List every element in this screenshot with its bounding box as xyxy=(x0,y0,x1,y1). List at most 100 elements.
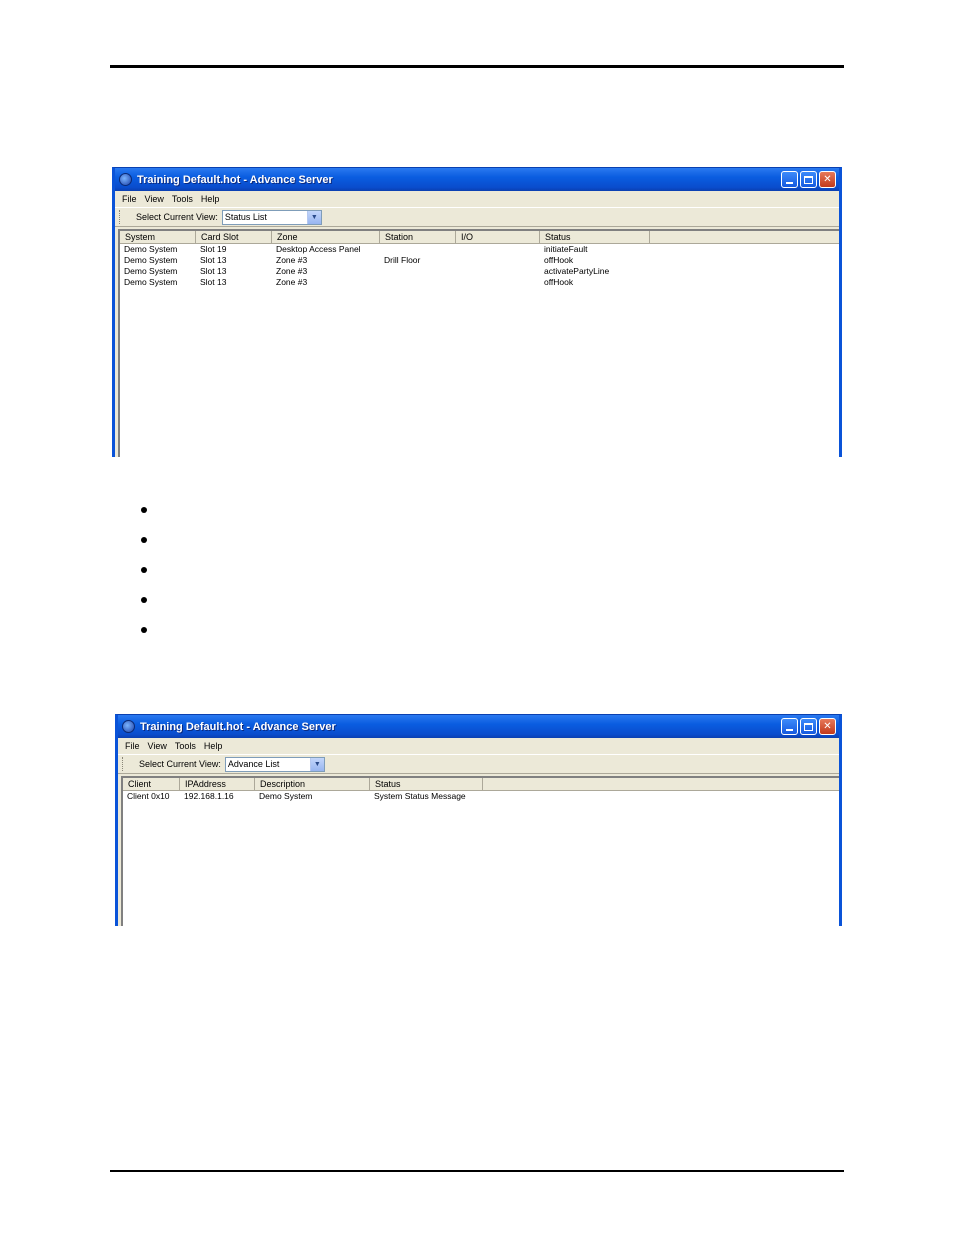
cell-system: Demo System xyxy=(124,266,178,276)
menu-help[interactable]: Help xyxy=(201,741,228,751)
header-rule xyxy=(110,65,844,68)
cell-status: initiateFault xyxy=(544,244,588,254)
table-row[interactable]: Demo System Slot 13 Zone #3 activatePart… xyxy=(120,266,839,277)
column-header-client[interactable]: Client xyxy=(123,778,180,790)
menu-help[interactable]: Help xyxy=(198,194,225,204)
cell-description: Demo System xyxy=(259,791,313,801)
list-item xyxy=(141,615,151,645)
menu-view[interactable]: View xyxy=(142,194,169,204)
column-header-ipaddress[interactable]: IPAddress xyxy=(180,778,255,790)
list-header: System Card Slot Zone Station I/O Status xyxy=(120,231,839,244)
close-icon: ✕ xyxy=(823,173,832,185)
toolbar-grip[interactable] xyxy=(122,757,125,771)
cell-status: System Status Message xyxy=(374,791,466,801)
close-button[interactable]: ✕ xyxy=(819,171,836,188)
column-header-status[interactable]: Status xyxy=(540,231,650,243)
title-bar[interactable]: Training Default.hot - Advance Server ✕ xyxy=(118,715,839,738)
maximize-icon xyxy=(804,175,813,184)
minimize-icon xyxy=(786,729,793,731)
menu-file[interactable]: File xyxy=(119,194,142,204)
select-view-label: Select Current View: xyxy=(139,759,221,769)
cell-io xyxy=(456,266,540,277)
maximize-icon xyxy=(804,722,813,731)
bullet-dot xyxy=(141,507,147,513)
table-row[interactable]: Client 0x10 192.168.1.16 Demo System Sys… xyxy=(123,791,839,802)
advance-server-window-status: Training Default.hot - Advance Server ✕ … xyxy=(112,167,842,457)
advance-server-app-icon[interactable] xyxy=(119,173,132,186)
menu-view[interactable]: View xyxy=(145,741,172,751)
table-row[interactable]: Demo System Slot 13 Zone #3 Drill Floor … xyxy=(120,255,839,266)
menu-bar: File View Tools Help xyxy=(118,738,839,754)
list-item xyxy=(141,525,151,555)
table-row[interactable]: Demo System Slot 19 Desktop Access Panel… xyxy=(120,244,839,255)
maximize-button[interactable] xyxy=(800,718,817,735)
cell-station: Drill Floor xyxy=(384,255,421,265)
window-controls: ✕ xyxy=(781,718,836,735)
chevron-down-icon[interactable]: ▼ xyxy=(309,757,324,771)
cell-zone: Zone #3 xyxy=(276,255,308,265)
view-toolbar: Select Current View: Status List ▼ xyxy=(115,207,839,227)
bullet-dot xyxy=(141,537,147,543)
bullet-list xyxy=(141,495,151,645)
window-title: Training Default.hot - Advance Server xyxy=(137,173,333,186)
window-controls: ✕ xyxy=(781,171,836,188)
current-view-select[interactable]: Advance List ▼ xyxy=(224,756,325,772)
cell-status: offHook xyxy=(544,255,574,265)
cell-station xyxy=(380,244,456,255)
cell-zone: Desktop Access Panel xyxy=(276,244,361,254)
cell-system: Demo System xyxy=(124,277,178,287)
cell-station xyxy=(380,266,456,277)
cell-io xyxy=(456,244,540,255)
cell-ipaddress: 192.168.1.16 xyxy=(184,791,234,801)
title-bar[interactable]: Training Default.hot - Advance Server ✕ xyxy=(115,168,839,191)
menu-tools[interactable]: Tools xyxy=(172,741,201,751)
menu-file[interactable]: File xyxy=(122,741,145,751)
cell-client: Client 0x10 xyxy=(127,791,170,801)
list-header: Client IPAddress Description Status xyxy=(123,778,839,791)
cell-card-slot: Slot 13 xyxy=(200,277,227,287)
advance-server-window-clients: Training Default.hot - Advance Server ✕ … xyxy=(115,714,842,926)
table-row[interactable]: Demo System Slot 13 Zone #3 offHook xyxy=(120,277,839,288)
column-header-system[interactable]: System xyxy=(120,231,196,243)
list-item xyxy=(141,495,151,525)
cell-io xyxy=(456,277,540,288)
status-list-view[interactable]: System Card Slot Zone Station I/O Status… xyxy=(118,229,839,457)
close-button[interactable]: ✕ xyxy=(819,718,836,735)
cell-zone: Zone #3 xyxy=(276,277,308,287)
cell-card-slot: Slot 19 xyxy=(200,244,227,254)
bullet-dot xyxy=(141,597,147,603)
cell-status: activatePartyLine xyxy=(544,266,610,276)
current-view-value: Advance List xyxy=(227,759,280,769)
current-view-value: Status List xyxy=(224,212,267,222)
minimize-icon xyxy=(786,182,793,184)
select-view-label: Select Current View: xyxy=(136,212,218,222)
cell-station xyxy=(380,277,456,288)
column-header-zone[interactable]: Zone xyxy=(272,231,380,243)
view-toolbar: Select Current View: Advance List ▼ xyxy=(118,754,839,774)
column-header-card-slot[interactable]: Card Slot xyxy=(196,231,272,243)
cell-card-slot: Slot 13 xyxy=(200,266,227,276)
chevron-down-icon[interactable]: ▼ xyxy=(306,210,321,224)
client-list-view[interactable]: Client IPAddress Description Status Clie… xyxy=(121,776,839,926)
minimize-button[interactable] xyxy=(781,718,798,735)
bullet-dot xyxy=(141,567,147,573)
close-icon: ✕ xyxy=(823,720,832,732)
minimize-button[interactable] xyxy=(781,171,798,188)
advance-server-app-icon[interactable] xyxy=(122,720,135,733)
toolbar-grip[interactable] xyxy=(119,210,122,224)
column-header-description[interactable]: Description xyxy=(255,778,370,790)
menu-tools[interactable]: Tools xyxy=(169,194,198,204)
column-header-station[interactable]: Station xyxy=(380,231,456,243)
cell-status: offHook xyxy=(544,277,574,287)
bullet-dot xyxy=(141,627,147,633)
column-header-io[interactable]: I/O xyxy=(456,231,540,243)
cell-card-slot: Slot 13 xyxy=(200,255,227,265)
maximize-button[interactable] xyxy=(800,171,817,188)
cell-system: Demo System xyxy=(124,244,178,254)
window-title: Training Default.hot - Advance Server xyxy=(140,720,336,733)
current-view-select[interactable]: Status List ▼ xyxy=(221,209,322,225)
cell-io xyxy=(456,255,540,266)
cell-system: Demo System xyxy=(124,255,178,265)
footer-rule xyxy=(110,1170,844,1172)
column-header-status[interactable]: Status xyxy=(370,778,483,790)
